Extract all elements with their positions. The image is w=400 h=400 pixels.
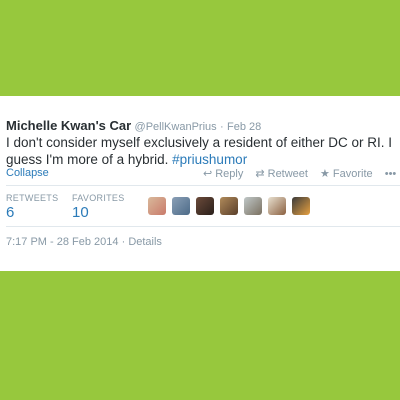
- author-handle[interactable]: @PellKwanPrius: [135, 121, 217, 133]
- retweets-label: RETWEETS: [6, 193, 59, 203]
- tweet-date[interactable]: Feb 28: [227, 121, 261, 133]
- avatar[interactable]: [268, 197, 286, 215]
- reply-icon: ↩: [203, 168, 213, 180]
- reply-label: Reply: [215, 168, 244, 180]
- divider-top: [6, 185, 400, 186]
- details-link[interactable]: Details: [128, 236, 162, 248]
- retweet-button[interactable]: ⇄ Retweet: [255, 167, 308, 180]
- star-icon: ★: [320, 168, 330, 180]
- avatar[interactable]: [244, 197, 262, 215]
- timestamp-text[interactable]: 7:17 PM - 28 Feb 2014: [6, 236, 119, 248]
- tweet-actions: ↩Reply ⇄Retweet ★Favorite •••Mo: [203, 167, 400, 180]
- separator: ·: [219, 121, 224, 133]
- avatar[interactable]: [292, 197, 310, 215]
- favorite-label: Favorite: [332, 168, 373, 180]
- favorites-label: FAVORITES: [72, 193, 125, 203]
- retweets-count[interactable]: 6: [6, 204, 14, 221]
- reply-button[interactable]: ↩ Reply: [203, 167, 243, 180]
- avatar[interactable]: [196, 197, 214, 215]
- avatar[interactable]: [220, 197, 238, 215]
- collapse-link[interactable]: Collapse: [6, 167, 49, 179]
- tweet-card: Michelle Kwan's Car @PellKwanPrius · Feb…: [0, 96, 400, 271]
- tweet-text: I don't consider myself exclusively a re…: [6, 134, 398, 168]
- author-name[interactable]: Michelle Kwan's Car: [6, 118, 131, 133]
- more-icon: •••: [384, 168, 397, 180]
- favorited-by-avatars: [148, 197, 316, 215]
- avatar[interactable]: [172, 197, 190, 215]
- timestamp-separator: ·: [121, 236, 126, 248]
- tweet-timestamp: 7:17 PM - 28 Feb 2014 · Details: [6, 236, 162, 248]
- retweet-label: Retweet: [267, 168, 308, 180]
- avatar[interactable]: [148, 197, 166, 215]
- retweet-icon: ⇄: [255, 168, 265, 180]
- tweet-header: Michelle Kwan's Car @PellKwanPrius · Feb…: [6, 118, 261, 133]
- hashtag-link[interactable]: #priushumor: [172, 152, 247, 167]
- divider-bottom: [6, 226, 400, 227]
- more-button[interactable]: •••Mo: [385, 168, 400, 180]
- favorite-button[interactable]: ★ Favorite: [320, 167, 373, 180]
- favorites-count[interactable]: 10: [72, 204, 89, 221]
